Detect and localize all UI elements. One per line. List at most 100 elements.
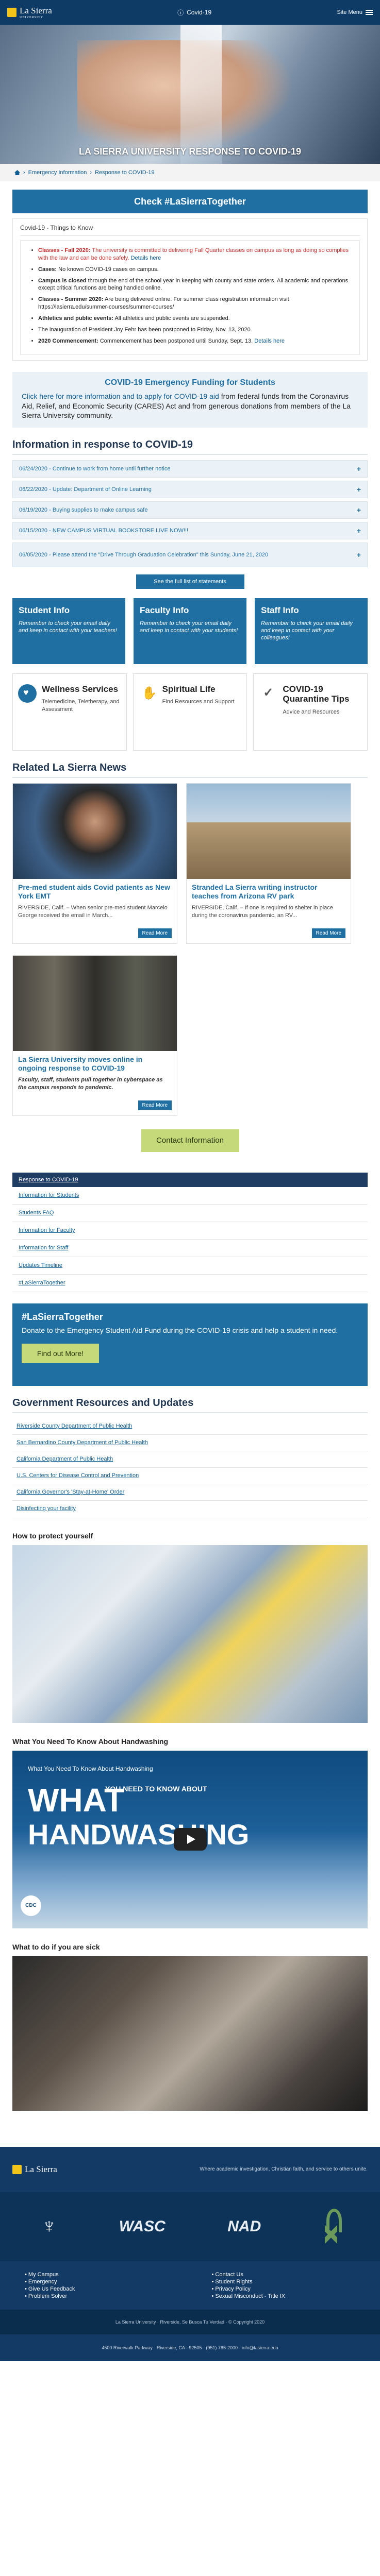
home-icon[interactable]: [14, 170, 20, 175]
quick-link[interactable]: Updates Timeline: [12, 1257, 368, 1275]
accordion-item[interactable]: 06/19/2020 - Buying supplies to make cam…: [12, 501, 368, 519]
things-to-know-panel: Covid-19 - Things to Know Classes - Fall…: [12, 218, 368, 361]
news-image[interactable]: [13, 955, 177, 1051]
logo-mark-icon: [7, 8, 16, 17]
see-full-list-button[interactable]: See the full list of statements: [136, 574, 244, 589]
plus-icon: +: [356, 526, 361, 535]
video-heading: How to protect yourself: [12, 1531, 93, 1540]
government-link[interactable]: Riverside County Department of Public He…: [12, 1418, 368, 1435]
breadcrumb-emergency-information[interactable]: Emergency Information: [28, 170, 87, 176]
government-link[interactable]: California Department of Public Health: [12, 1451, 368, 1468]
site-menu-button[interactable]: Site Menu: [337, 9, 373, 15]
news-body: Stranded La Sierra writing instructor te…: [187, 879, 351, 943]
quick-link[interactable]: #LaSierraTogether: [12, 1275, 368, 1292]
footer-link[interactable]: My Campus: [25, 2272, 181, 2278]
read-more-button[interactable]: Read More: [311, 928, 345, 938]
hamburger-icon: [365, 10, 373, 15]
donate-box: #LaSierraTogether Donate to the Emergenc…: [12, 1303, 368, 1386]
list-item: Classes - Summer 2020: Are being deliver…: [38, 296, 350, 311]
breadcrumb-response-covid[interactable]: Response to COVID-19: [95, 170, 155, 176]
footer-link[interactable]: Emergency: [25, 2279, 181, 2285]
news-image[interactable]: [13, 783, 177, 879]
response-links-panel: Response to COVID-19 Information for Stu…: [12, 1172, 368, 1292]
video-title[interactable]: What You Need To Know About Handwashing: [28, 1765, 153, 1772]
top-navigation-bar: La Sierra UNIVERSITY ⓘ Covid-19 Site Men…: [0, 0, 380, 25]
news-image[interactable]: [187, 783, 351, 879]
quick-link[interactable]: Information for Students: [12, 1187, 368, 1205]
praying-hands-icon: [139, 684, 157, 703]
footer-link[interactable]: Problem Solver: [25, 2293, 181, 2299]
nad-logo[interactable]: NAD: [227, 2218, 261, 2235]
details-link[interactable]: Details here: [254, 338, 285, 344]
card-title: Student Info: [19, 605, 70, 615]
resource-title: Spiritual Life: [162, 684, 216, 694]
staff-info-card[interactable]: Staff Info Remember to check your email d…: [255, 598, 368, 664]
news-card[interactable]: Pre-med student aids Covid patients as N…: [12, 783, 177, 944]
accordion-item[interactable]: 06/22/2020 - Update: Department of Onlin…: [12, 480, 368, 498]
item-lead: Classes - Fall 2020:: [38, 247, 91, 253]
plus-icon: +: [356, 505, 361, 514]
news-title[interactable]: Stranded La Sierra writing instructor te…: [192, 883, 345, 901]
news-card[interactable]: La Sierra University moves online in ong…: [12, 955, 177, 1116]
accordion-item[interactable]: 06/05/2020 - Please attend the "Drive Th…: [12, 542, 368, 567]
government-link[interactable]: U.S. Centers for Disease Control and Pre…: [12, 1468, 368, 1484]
wellness-services-card[interactable]: Wellness Services Telemedicine, Telethera…: [12, 673, 127, 751]
accordion-item[interactable]: 06/24/2020 - Continue to work from home …: [12, 460, 368, 478]
news-card[interactable]: Stranded La Sierra writing instructor te…: [186, 783, 351, 944]
faculty-info-card[interactable]: Faculty Info Remember to check your email…: [134, 598, 246, 664]
response-links-header[interactable]: Response to COVID-19: [12, 1172, 368, 1187]
item-text: The inauguration of President Joy Fehr h…: [38, 326, 252, 333]
footer-partners: ♆ WASC NAD: [0, 2192, 380, 2261]
news-title[interactable]: La Sierra University moves online in ong…: [18, 1055, 172, 1073]
quick-link[interactable]: Information for Faculty: [12, 1222, 368, 1240]
government-link[interactable]: San Bernardino County Department of Publ…: [12, 1435, 368, 1451]
footer-link[interactable]: Sexual Misconduct - Title IX: [212, 2293, 368, 2299]
footer-top: La Sierra Where academic investigation, …: [0, 2147, 380, 2192]
footer-link[interactable]: Student Rights: [212, 2279, 368, 2285]
resource-cards-row: Wellness Services Telemedicine, Telethera…: [12, 673, 368, 751]
card-text: Remember to check your email daily and k…: [261, 620, 353, 641]
government-link[interactable]: California Governor's 'Stay-at-Home' Ord…: [12, 1484, 368, 1501]
logo-text: La Sierra: [20, 6, 52, 15]
funding-apply-link[interactable]: Click here for more information and to a…: [22, 392, 219, 400]
hero-title: LA SIERRA UNIVERSITY RESPONSE TO COVID-1…: [78, 146, 302, 157]
spiritual-life-card[interactable]: Spiritual Life Find Resources and Support: [133, 673, 247, 751]
hero-banner: LA SIERRA UNIVERSITY RESPONSE TO COVID-1…: [0, 25, 380, 164]
logo-subtext: UNIVERSITY: [20, 16, 43, 19]
read-more-button[interactable]: Read More: [138, 928, 172, 938]
resource-title: COVID-19 Quarantine Tips: [283, 684, 350, 704]
funding-title: COVID-19 Emergency Funding for Students: [105, 378, 275, 387]
information-section-title: Information in response to COVID-19: [12, 439, 368, 455]
info-icon: ⓘ: [177, 9, 184, 16]
wasc-logo[interactable]: WASC: [119, 2218, 166, 2235]
adventist-logo-icon: ♆: [41, 2215, 57, 2238]
footer-tagline: Where academic investigation, Christian …: [200, 2166, 368, 2173]
section-title[interactable]: ⓘ Covid-19: [177, 8, 211, 17]
find-out-more-button[interactable]: Find out More!: [22, 1343, 99, 1363]
footer-copyright: La Sierra University · Riverside, Se Bus…: [0, 2309, 380, 2334]
read-more-button[interactable]: Read More: [138, 1100, 172, 1110]
logo-text: La Sierra: [25, 2164, 57, 2174]
contact-information-button[interactable]: Contact Information: [141, 1129, 239, 1152]
footer-address: 4500 Riverwalk Parkway · Riverside, CA ·…: [0, 2334, 380, 2361]
handwashing-video[interactable]: What You Need To Know About Handwashing …: [12, 1750, 368, 1928]
quarantine-tips-card[interactable]: COVID-19 Quarantine Tips Advice and Resou…: [253, 673, 368, 751]
item-text: No known COVID-19 cases on campus.: [58, 266, 159, 273]
quick-link[interactable]: Students FAQ: [12, 1205, 368, 1222]
student-info-card[interactable]: Student Info Remember to check your email…: [12, 598, 125, 664]
university-logo[interactable]: La Sierra UNIVERSITY: [7, 6, 52, 19]
footer-link[interactable]: Give Us Feedback: [25, 2286, 181, 2292]
news-title[interactable]: Pre-med student aids Covid patients as N…: [18, 883, 172, 901]
play-icon[interactable]: [173, 1828, 207, 1851]
quick-link[interactable]: Information for Staff: [12, 1240, 368, 1257]
news-excerpt: RIVERSIDE, Calif. – When senior pre-med …: [18, 904, 168, 919]
check-lasierra-together-banner[interactable]: Check #LaSierraTogether: [12, 190, 368, 213]
resource-text: Advice and Resources: [283, 708, 340, 715]
details-link[interactable]: Details here: [131, 255, 161, 261]
logo-mark-icon: [12, 2164, 22, 2174]
footer-link[interactable]: Privacy Policy: [212, 2286, 368, 2292]
footer-link[interactable]: Contact Us: [212, 2272, 368, 2278]
footer-logo[interactable]: La Sierra: [12, 2164, 57, 2175]
accordion-item[interactable]: 06/15/2020 - NEW CAMPUS VIRTUAL BOOKSTOR…: [12, 521, 368, 539]
government-link[interactable]: Disinfecting your facility: [12, 1501, 368, 1517]
